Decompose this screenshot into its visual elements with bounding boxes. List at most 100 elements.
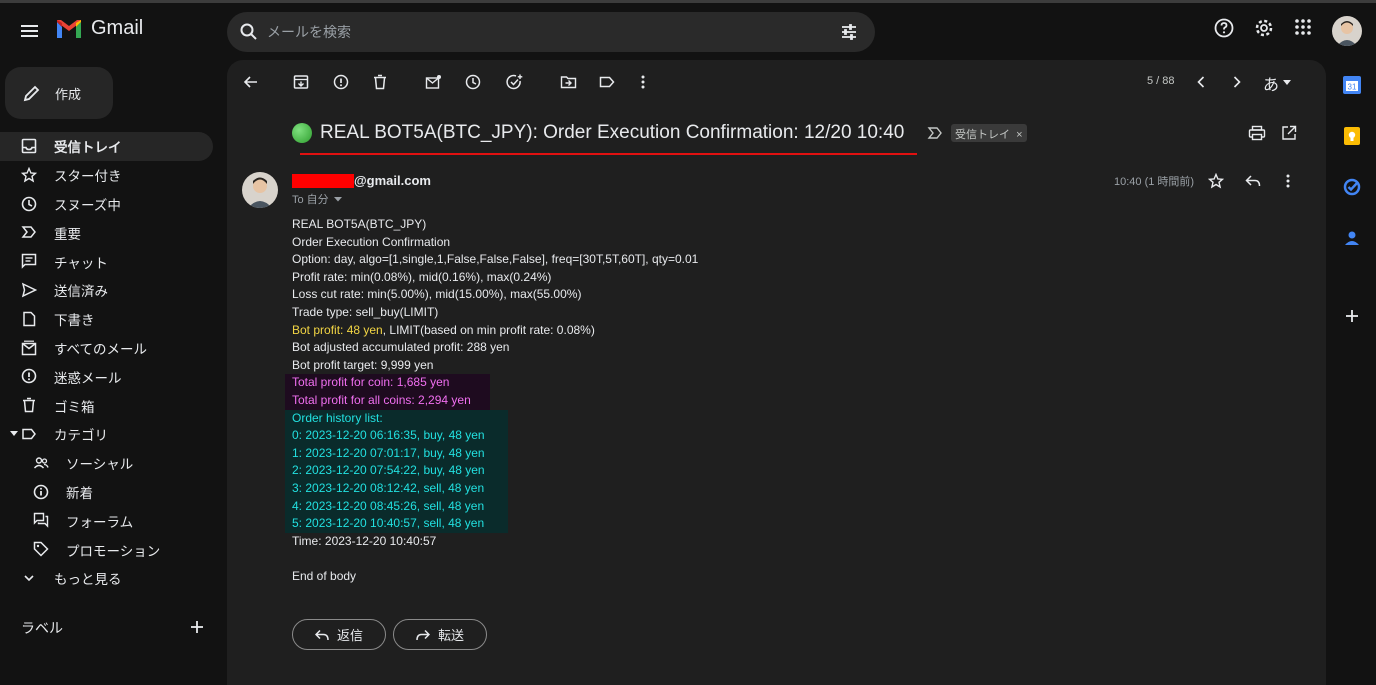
snooze-clock-icon[interactable] (465, 74, 481, 90)
sidebar-item-label: カテゴリ (54, 428, 108, 444)
compose-button[interactable]: 作成 (5, 67, 113, 119)
spam-icon (21, 369, 37, 384)
chat-icon (21, 253, 37, 269)
forward-icon (416, 629, 430, 640)
settings-gear-icon[interactable] (1254, 18, 1274, 38)
move-to-folder-icon[interactable] (560, 74, 577, 90)
trash-icon (23, 397, 35, 413)
sidebar-item-categories[interactable]: カテゴリ (0, 420, 213, 449)
reply-label: 返信 (337, 628, 364, 643)
next-chevron-icon[interactable] (1230, 74, 1244, 90)
label-as-icon[interactable] (599, 74, 615, 90)
body-blank-line (292, 550, 698, 568)
sidebar-item-label: スター付き (54, 169, 122, 185)
order-history-item: 4: 2023-12-20 08:45:26, sell, 48 yen (285, 497, 508, 516)
gmail-logo[interactable]: Gmail (55, 17, 143, 40)
sidebar-item-sent[interactable]: 送信済み (0, 276, 213, 305)
star-icon[interactable] (1208, 173, 1224, 189)
input-tools-button[interactable]: あ (1263, 71, 1292, 95)
sidebar-item-trash[interactable]: ゴミ箱 (0, 391, 213, 420)
sidebar-item-label: チャット (54, 255, 108, 271)
info-icon (33, 484, 49, 499)
bot-profit-highlight: Bot profit: 48 yen (292, 322, 383, 337)
compose-label: 作成 (55, 87, 82, 102)
search-icon[interactable] (239, 22, 259, 42)
sidebar-item-spam[interactable]: 迷惑メール (0, 362, 213, 391)
reply-icon (315, 629, 329, 640)
google-tasks-icon[interactable] (1342, 177, 1362, 197)
get-addons-plus-icon[interactable] (1342, 306, 1362, 326)
main-menu-button[interactable] (14, 15, 46, 47)
label-icon (22, 428, 36, 440)
email-body: REAL BOT5A(BTC_JPY) Order Execution Conf… (285, 216, 698, 585)
sidebar-item-forums[interactable]: フォーラム (0, 506, 213, 535)
green-circle-icon (292, 123, 312, 143)
sidebar-item-all-mail[interactable]: すべてのメール (0, 334, 213, 363)
archive-icon[interactable] (293, 74, 309, 90)
open-in-new-window-icon[interactable] (1281, 125, 1297, 141)
search-bar[interactable] (227, 12, 875, 52)
remove-label-button[interactable]: × (1016, 129, 1022, 141)
caret-down-icon[interactable] (10, 430, 18, 437)
people-icon (33, 457, 49, 469)
inbox-label-chip[interactable]: 受信トレイ × (951, 124, 1027, 142)
chevron-down-icon (24, 575, 34, 582)
bot-profit-detail: , LIMIT(based on min profit rate: 0.08%) (382, 322, 595, 337)
sidebar-item-social[interactable]: ソーシャル (0, 449, 213, 478)
sidebar-item-inbox[interactable]: 受信トレイ (0, 132, 213, 161)
prev-chevron-icon[interactable] (1194, 74, 1208, 90)
sidebar-item-label: 新着 (66, 485, 93, 501)
reply-icon[interactable] (1245, 174, 1261, 188)
total-profit-coin: Total profit for coin: 1,685 yen (285, 374, 490, 392)
google-keep-icon[interactable] (1342, 126, 1362, 146)
search-options-icon[interactable] (839, 22, 859, 42)
help-icon[interactable] (1214, 18, 1234, 38)
sidebar-item-starred[interactable]: スター付き (0, 161, 213, 190)
more-vert-icon[interactable] (1282, 173, 1294, 189)
google-contacts-icon[interactable] (1342, 228, 1362, 248)
subject-text: REAL BOT5A(BTC_JPY): Order Execution Con… (320, 122, 905, 143)
body-line: REAL BOT5A(BTC_JPY) (292, 217, 427, 231)
draft-icon (23, 311, 36, 327)
mark-unread-icon[interactable] (425, 74, 441, 90)
recipient-details[interactable]: To 自分 (292, 191, 342, 207)
more-vert-icon[interactable] (636, 74, 650, 90)
inbox-icon (21, 138, 37, 154)
user-avatar-icon (242, 172, 278, 208)
account-avatar[interactable] (1332, 16, 1362, 46)
sidebar-item-label: 受信トレイ (54, 140, 122, 156)
sidebar-item-updates[interactable]: 新着 (0, 478, 213, 507)
report-spam-icon[interactable] (333, 74, 349, 90)
body-line: Loss cut rate: min(5.00%), mid(15.00%), … (292, 287, 582, 302)
reply-button[interactable]: 返信 (292, 619, 386, 650)
back-arrow-icon[interactable] (243, 74, 259, 90)
pencil-icon (23, 85, 40, 102)
google-calendar-icon[interactable]: 31 (1342, 75, 1362, 95)
search-input[interactable] (267, 12, 807, 52)
sidebar-item-label: スヌーズ中 (54, 197, 121, 213)
delete-icon[interactable] (372, 74, 388, 90)
print-icon[interactable] (1248, 125, 1266, 141)
forward-button[interactable]: 転送 (393, 619, 487, 650)
sidebar-item-chat[interactable]: チャット (0, 247, 213, 276)
user-avatar-icon (1332, 16, 1362, 46)
sidebar-item-snoozed[interactable]: スヌーズ中 (0, 190, 213, 219)
sidebar-item-label: プロモーション (66, 543, 161, 559)
sidebar-item-promotions[interactable]: プロモーション (0, 535, 213, 564)
add-label-icon[interactable] (189, 619, 205, 635)
sidebar-item-label: 重要 (54, 226, 81, 242)
important-marker-icon[interactable] (927, 126, 943, 140)
add-task-icon[interactable] (506, 74, 523, 91)
sender-email[interactable]: @gmail.com (354, 173, 431, 188)
sidebar-item-more[interactable]: もっと見る (0, 564, 213, 593)
sidebar-item-drafts[interactable]: 下書き (0, 305, 213, 334)
body-line: Trade type: sell_buy(LIMIT) (292, 304, 439, 319)
sidebar-item-label: 送信済み (54, 284, 108, 300)
body-line: Bot adjusted accumulated profit: 288 yen (292, 340, 510, 355)
sidebar-item-label: フォーラム (66, 514, 134, 530)
apps-grid-icon[interactable] (1294, 18, 1312, 36)
sender-avatar[interactable] (242, 172, 278, 208)
pagination-count: 5 / 88 (1147, 75, 1175, 87)
sidebar-item-important[interactable]: 重要 (0, 218, 213, 247)
send-icon (21, 282, 37, 298)
